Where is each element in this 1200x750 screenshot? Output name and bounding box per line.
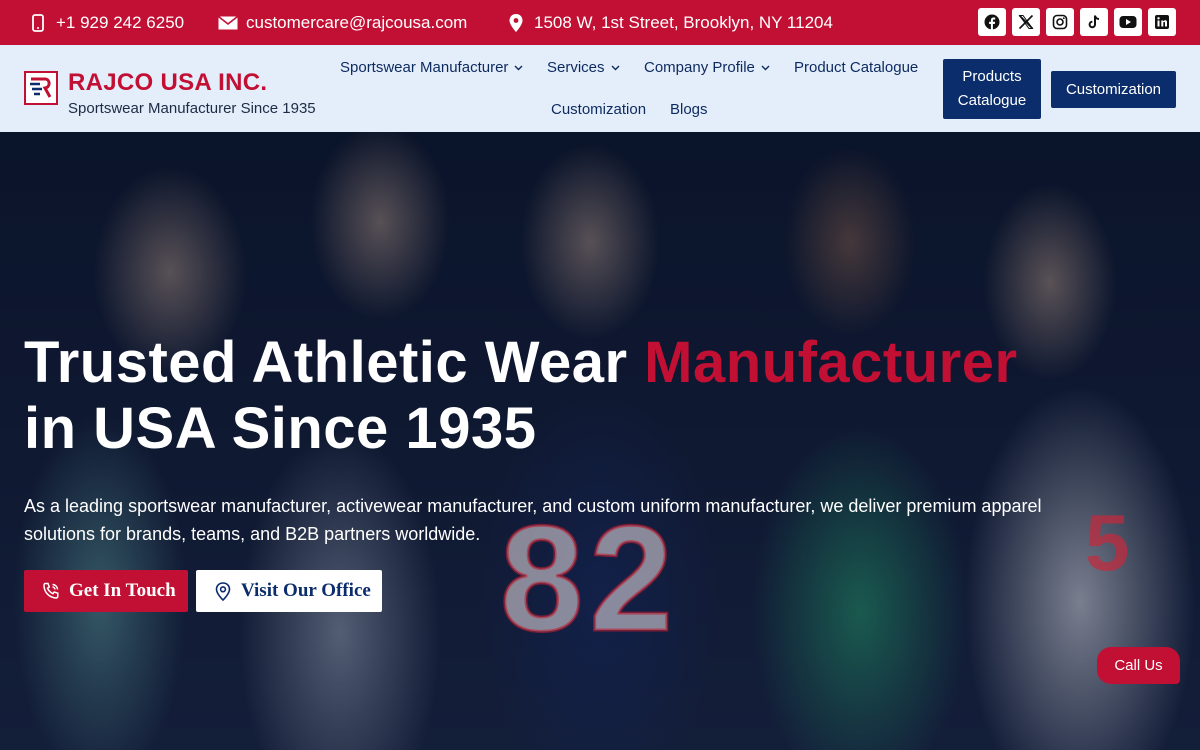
cta-label: Get In Touch bbox=[69, 580, 176, 601]
youtube-icon[interactable] bbox=[1114, 8, 1142, 36]
phone-contact[interactable]: +1 929 242 6250 bbox=[28, 0, 184, 45]
address-text: 1508 W, 1st Street, Brooklyn, NY 11204 bbox=[534, 12, 833, 32]
nav-label: Sportswear Manufacturer bbox=[340, 59, 509, 76]
brand-tagline: Sportswear Manufacturer Since 1935 bbox=[68, 100, 316, 117]
phone-number: +1 929 242 6250 bbox=[56, 12, 185, 32]
products-catalogue-button[interactable]: Products Catalogue bbox=[943, 59, 1041, 119]
x-icon[interactable] bbox=[1012, 8, 1040, 36]
nav-label: Blogs bbox=[670, 101, 708, 118]
visit-office-button[interactable]: Visit Our Office bbox=[196, 570, 382, 612]
headline-accent: Manufacturer bbox=[644, 330, 1018, 395]
mail-icon bbox=[218, 13, 238, 33]
chevron-down-icon bbox=[611, 62, 620, 74]
hero-section: 82 5 Trusted Athletic Wear Manufacturer … bbox=[0, 132, 1200, 750]
email-contact[interactable]: customercare@rajcousa.com bbox=[218, 0, 467, 45]
cta-label: Visit Our Office bbox=[241, 580, 371, 601]
nav-sportswear-manufacturer[interactable]: Sportswear Manufacturer bbox=[340, 59, 523, 76]
facebook-icon[interactable] bbox=[978, 8, 1006, 36]
chevron-down-icon bbox=[514, 62, 523, 74]
customization-button[interactable]: Customization bbox=[1051, 71, 1176, 108]
hero-content: Trusted Athletic Wear Manufacturer in US… bbox=[0, 132, 1200, 750]
phone-call-icon bbox=[41, 581, 61, 601]
nav-company-profile[interactable]: Company Profile bbox=[644, 59, 770, 76]
nav-services[interactable]: Services bbox=[547, 59, 620, 76]
hero-headline: Trusted Athletic Wear Manufacturer in US… bbox=[24, 330, 1018, 462]
brand-logo-icon[interactable] bbox=[24, 71, 58, 105]
map-pin-icon bbox=[213, 581, 233, 601]
phone-icon bbox=[28, 13, 48, 33]
instagram-icon[interactable] bbox=[1046, 8, 1074, 36]
tiktok-icon[interactable] bbox=[1080, 8, 1108, 36]
location-pin-icon bbox=[506, 13, 526, 33]
nav-blogs[interactable]: Blogs bbox=[670, 101, 708, 118]
nav-label: Company Profile bbox=[644, 59, 755, 76]
hero-description: As a leading sportswear manufacturer, ac… bbox=[24, 496, 1042, 544]
nav-label: Services bbox=[547, 59, 605, 76]
nav-label: Product Catalogue bbox=[794, 59, 919, 76]
chevron-down-icon bbox=[761, 62, 770, 74]
linkedin-icon[interactable] bbox=[1148, 8, 1176, 36]
headline-text: Trusted Athletic Wear bbox=[24, 330, 645, 395]
brand-name[interactable]: RAJCO USA INC. bbox=[68, 69, 267, 97]
call-us-floating-button[interactable]: Call Us bbox=[1097, 647, 1180, 684]
headline-text-line2: in USA Since 1935 bbox=[24, 396, 537, 461]
address-contact[interactable]: 1508 W, 1st Street, Brooklyn, NY 11204 bbox=[506, 0, 833, 45]
social-links bbox=[978, 8, 1176, 36]
get-in-touch-button[interactable]: Get In Touch bbox=[24, 570, 188, 612]
email-address: customercare@rajcousa.com bbox=[246, 12, 468, 32]
nav-product-catalogue[interactable]: Product Catalogue bbox=[794, 59, 918, 76]
nav-label: Customization bbox=[551, 101, 647, 118]
main-header: RAJCO USA INC. Sportswear Manufacturer S… bbox=[0, 45, 1200, 132]
nav-customization[interactable]: Customization bbox=[551, 101, 646, 118]
top-bar: +1 929 242 6250 customercare@rajcousa.co… bbox=[0, 0, 1200, 45]
